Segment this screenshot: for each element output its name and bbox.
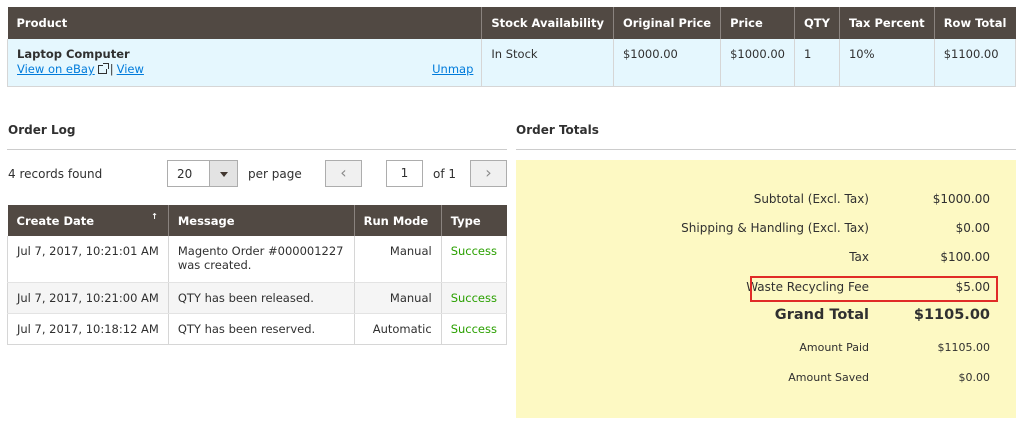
tax-label: Tax (849, 250, 869, 264)
grand-total-label: Grand Total (774, 307, 869, 323)
subtotal-row: Subtotal (Excl. Tax) $1000.00 (516, 192, 1016, 212)
grand-total-row: Grand Total $1105.00 (516, 307, 1016, 327)
per-page-label: per page (248, 167, 302, 181)
subtotal-value: $1000.00 (932, 192, 990, 206)
log-date: Jul 7, 2017, 10:18:12 AM (7, 313, 169, 345)
log-date: Jul 7, 2017, 10:21:01 AM (7, 236, 169, 283)
external-link-icon[interactable] (97, 63, 109, 74)
item-row-total: $1100.00 (934, 39, 1017, 87)
item-original-price: $1000.00 (613, 39, 722, 87)
view-on-ebay-link[interactable]: View on eBay (17, 62, 95, 76)
order-totals-divider (516, 149, 1016, 150)
sort-arrow-icon[interactable]: ↑ (151, 212, 158, 221)
header-create-date-label: Create Date (16, 213, 95, 228)
item-row: Laptop Computer View on eBay | View Unmap … (6, 39, 1017, 87)
records-found: 4 records found (8, 167, 103, 181)
log-type: Success (441, 236, 508, 283)
order-log-divider (7, 149, 507, 150)
item-tax-percent: 10% (839, 39, 935, 87)
header-tax-percent[interactable]: Tax Percent (839, 7, 935, 39)
log-type: Success (441, 313, 508, 345)
table-row[interactable]: Jul 7, 2017, 10:21:01 AM Magento Order #… (7, 236, 508, 283)
view-link[interactable]: View (117, 62, 144, 76)
chevron-down-icon[interactable] (209, 161, 237, 186)
log-run-mode: Automatic (354, 313, 442, 345)
subtotal-label: Subtotal (Excl. Tax) (753, 192, 869, 206)
amount-paid-label: Amount Paid (799, 341, 869, 354)
item-product-cell: Laptop Computer View on eBay | View Unmap (6, 39, 483, 87)
header-row-total[interactable]: Row Total (934, 7, 1016, 39)
per-page-select[interactable]: 20 (167, 160, 238, 187)
log-type: Success (441, 282, 508, 314)
table-row[interactable]: Jul 7, 2017, 10:18:12 AM QTY has been re… (7, 313, 508, 345)
order-totals-box: Subtotal (Excl. Tax) $1000.00 Shipping &… (516, 160, 1016, 418)
order-items-table: Product Stock Availability Original Pric… (6, 7, 1017, 87)
amount-paid-value: $1105.00 (937, 341, 991, 354)
amount-paid-row: Amount Paid $1105.00 (516, 341, 1016, 361)
tax-row: Tax $100.00 (516, 250, 1016, 270)
header-qty[interactable]: QTY (794, 7, 840, 39)
tax-value: $100.00 (940, 250, 990, 264)
shipping-value: $0.00 (955, 221, 990, 235)
header-message[interactable]: Message (168, 205, 355, 236)
items-header-row: Product Stock Availability Original Pric… (7, 7, 1016, 39)
amount-saved-label: Amount Saved (788, 371, 869, 384)
order-log-table: Create Date ↑ Message Run Mode Type Jul … (7, 205, 508, 345)
header-type[interactable]: Type (441, 205, 507, 236)
shipping-row: Shipping & Handling (Excl. Tax) $0.00 (516, 221, 1016, 241)
shipping-label: Shipping & Handling (Excl. Tax) (681, 221, 869, 235)
log-message: Magento Order #000001227 was created. (168, 236, 355, 283)
header-price[interactable]: Price (720, 7, 795, 39)
log-message: QTY has been reserved. (168, 313, 355, 345)
header-create-date[interactable]: Create Date ↑ (7, 205, 169, 236)
log-run-mode: Manual (354, 236, 442, 283)
table-row[interactable]: Jul 7, 2017, 10:21:00 AM QTY has been re… (7, 282, 508, 314)
header-run-mode[interactable]: Run Mode (354, 205, 442, 236)
header-product[interactable]: Product (7, 7, 483, 39)
log-header-row: Create Date ↑ Message Run Mode Type (7, 205, 507, 236)
highlight-annotation-box (750, 276, 998, 302)
amount-saved-value: $0.00 (958, 371, 991, 384)
item-price: $1000.00 (720, 39, 795, 87)
log-run-mode: Manual (354, 282, 442, 314)
product-name: Laptop Computer (17, 47, 130, 61)
next-page-button[interactable]: › (470, 160, 507, 187)
header-original-price[interactable]: Original Price (613, 7, 722, 39)
order-log-title: Order Log (8, 123, 76, 137)
amount-saved-row: Amount Saved $0.00 (516, 371, 1016, 391)
header-stock-availability[interactable]: Stock Availability (481, 7, 614, 39)
order-totals-title: Order Totals (516, 123, 599, 137)
unmap-link[interactable]: Unmap (432, 62, 473, 76)
item-stock: In Stock (481, 39, 614, 87)
previous-page-button[interactable]: ‹ (325, 160, 362, 187)
current-page-input[interactable]: 1 (386, 160, 423, 187)
grand-total-value: $1105.00 (913, 307, 990, 323)
item-qty: 1 (794, 39, 840, 87)
log-message: QTY has been released. (168, 282, 355, 314)
page-count: of 1 (433, 167, 457, 181)
per-page-value: 20 (177, 167, 193, 181)
log-date: Jul 7, 2017, 10:21:00 AM (7, 282, 169, 314)
